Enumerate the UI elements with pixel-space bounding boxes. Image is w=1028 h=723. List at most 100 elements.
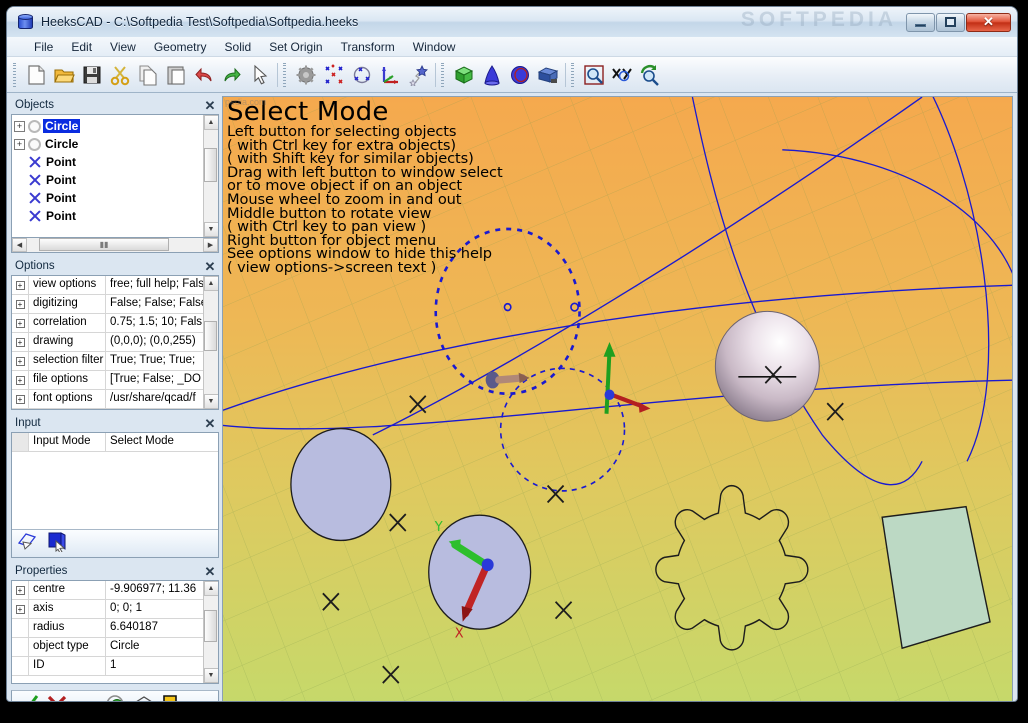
cube-icon[interactable]	[450, 61, 478, 89]
expander-icon[interactable]: +	[12, 600, 29, 618]
options-row-value[interactable]: 0.75; 1.5; 10; Fals	[106, 314, 203, 332]
options-row-value[interactable]: /usr/share/qcad/f	[106, 390, 203, 408]
plane-layers-icon[interactable]	[133, 694, 155, 701]
close-icon[interactable]: ✕	[203, 564, 217, 578]
cancel-cross-icon[interactable]	[46, 694, 68, 701]
coordinate-axes-icon[interactable]	[376, 61, 404, 89]
close-icon[interactable]: ✕	[966, 12, 1011, 32]
property-value[interactable]: 6.640187	[106, 619, 203, 637]
property-value[interactable]: 0; 0; 1	[106, 600, 203, 618]
point-pattern-icon[interactable]	[320, 61, 348, 89]
input-mode-value[interactable]: Select Mode	[106, 433, 218, 451]
zoom-fit-icon[interactable]	[636, 61, 664, 89]
property-value[interactable]: -9.906977; 11.36	[106, 581, 203, 599]
properties-grid[interactable]: + centre -9.906977; 11.36 + axis 0; 0; 1	[12, 581, 203, 683]
options-vscrollbar[interactable]: ▲ ▼	[203, 276, 218, 409]
new-file-icon[interactable]	[22, 61, 50, 89]
close-icon[interactable]: ✕	[203, 259, 217, 273]
menu-edit[interactable]: Edit	[62, 38, 101, 56]
expander-icon[interactable]: +	[12, 276, 29, 294]
options-row-value[interactable]: True; True; True;	[106, 352, 203, 370]
paste-icon[interactable]	[162, 61, 190, 89]
expander-icon[interactable]: +	[14, 138, 25, 150]
options-row-value[interactable]: [True; False; _DO	[106, 371, 203, 389]
options-row-file-options[interactable]: + file options [True; False; _DO	[12, 371, 203, 390]
options-row-selection-filter[interactable]: + selection filter True; True; True;	[12, 352, 203, 371]
scroll-up-icon[interactable]: ▲	[203, 581, 218, 596]
zoom-window-icon[interactable]	[580, 61, 608, 89]
scrollbar-thumb[interactable]	[203, 610, 217, 642]
menu-window[interactable]: Window	[404, 38, 465, 56]
property-value[interactable]: 1	[106, 657, 203, 675]
scrollbar-thumb[interactable]	[203, 321, 217, 351]
scroll-up-icon[interactable]: ▲	[203, 276, 218, 291]
expander-icon[interactable]: +	[12, 390, 29, 408]
circle-pattern-icon[interactable]	[348, 61, 376, 89]
toolbar-grip[interactable]	[282, 61, 289, 88]
redo-arrow-icon[interactable]	[218, 61, 246, 89]
save-floppy-icon[interactable]	[78, 61, 106, 89]
property-value[interactable]: Circle	[106, 638, 203, 656]
menu-set-origin[interactable]: Set Origin	[260, 38, 331, 56]
menu-view[interactable]: View	[101, 38, 145, 56]
copy-icon[interactable]	[134, 61, 162, 89]
sketch-corner-icon[interactable]	[162, 694, 184, 701]
pick-face-icon[interactable]	[45, 530, 69, 557]
cone-icon[interactable]	[478, 61, 506, 89]
expander-icon[interactable]: +	[14, 120, 25, 132]
menu-geometry[interactable]: Geometry	[145, 38, 216, 56]
expander-icon[interactable]: +	[12, 581, 29, 599]
tree-item-circle-1[interactable]: + Circle	[14, 117, 203, 135]
zoom-xy-icon[interactable]	[608, 61, 636, 89]
properties-vscrollbar[interactable]: ▲ ▼	[203, 581, 218, 683]
close-icon[interactable]: ✕	[203, 416, 217, 430]
options-row-value[interactable]: free; full help; Fals	[106, 276, 203, 294]
add-object-icon[interactable]	[104, 694, 126, 701]
objects-tree-vscrollbar[interactable]: ▲ ▼	[203, 115, 218, 237]
apply-check-icon[interactable]	[17, 694, 39, 701]
close-icon[interactable]: ✕	[203, 98, 217, 112]
maximize-icon[interactable]	[936, 12, 965, 32]
options-row-view-options[interactable]: + view options free; full help; Fals	[12, 276, 203, 295]
input-mode-row[interactable]: Input Mode Select Mode	[12, 433, 218, 452]
cylinder-icon[interactable]	[506, 61, 534, 89]
menu-solid[interactable]: Solid	[216, 38, 261, 56]
menu-file[interactable]: File	[25, 38, 62, 56]
scroll-right-icon[interactable]: ▶	[203, 238, 218, 252]
property-row-radius[interactable]: radius 6.640187	[12, 619, 203, 638]
extrude-icon[interactable]	[534, 61, 562, 89]
minimize-icon[interactable]	[906, 12, 935, 32]
options-row-value[interactable]: False; False; False	[106, 295, 203, 313]
open-folder-icon[interactable]	[50, 61, 78, 89]
expander-icon[interactable]: +	[12, 371, 29, 389]
toolbar-grip[interactable]	[570, 61, 577, 88]
eraser-icon[interactable]	[75, 694, 97, 701]
scroll-down-icon[interactable]: ▼	[203, 668, 218, 683]
options-row-font-options[interactable]: + font options /usr/share/qcad/f	[12, 390, 203, 409]
toolbar-grip[interactable]	[12, 61, 19, 88]
options-row-digitizing[interactable]: + digitizing False; False; False	[12, 295, 203, 314]
cut-scissors-icon[interactable]	[106, 61, 134, 89]
menu-transform[interactable]: Transform	[332, 38, 404, 56]
expander-icon[interactable]: +	[12, 314, 29, 332]
tree-item-point-3[interactable]: Point	[14, 189, 203, 207]
tree-item-point-4[interactable]: Point	[14, 207, 203, 225]
scroll-down-icon[interactable]: ▼	[203, 394, 218, 409]
scrollbar-thumb[interactable]: ▮▮	[39, 238, 169, 251]
gear-icon[interactable]	[292, 61, 320, 89]
scroll-down-icon[interactable]: ▼	[203, 222, 218, 237]
tree-item-circle-2[interactable]: + Circle	[14, 135, 203, 153]
pick-plane-icon[interactable]	[16, 530, 40, 557]
options-row-value[interactable]: (0,0,0); (0,0,255)	[106, 333, 203, 351]
tree-item-point-2[interactable]: Point	[14, 171, 203, 189]
options-row-drawing[interactable]: + drawing (0,0,0); (0,0,255)	[12, 333, 203, 352]
options-grid[interactable]: + view options free; full help; Fals + d…	[12, 276, 203, 409]
toolbar-grip[interactable]	[440, 61, 447, 88]
scroll-up-icon[interactable]: ▲	[203, 115, 218, 130]
3d-viewport[interactable]: Y X pedia.com Select Mode Left button fo…	[222, 96, 1013, 701]
property-row-centre[interactable]: + centre -9.906977; 11.36	[12, 581, 203, 600]
objects-tree-hscrollbar[interactable]: ◀ ▮▮ ▶	[11, 238, 219, 253]
scroll-left-icon[interactable]: ◀	[12, 238, 27, 252]
input-grid[interactable]: Input Mode Select Mode	[12, 433, 218, 529]
expander-icon[interactable]: +	[12, 333, 29, 351]
